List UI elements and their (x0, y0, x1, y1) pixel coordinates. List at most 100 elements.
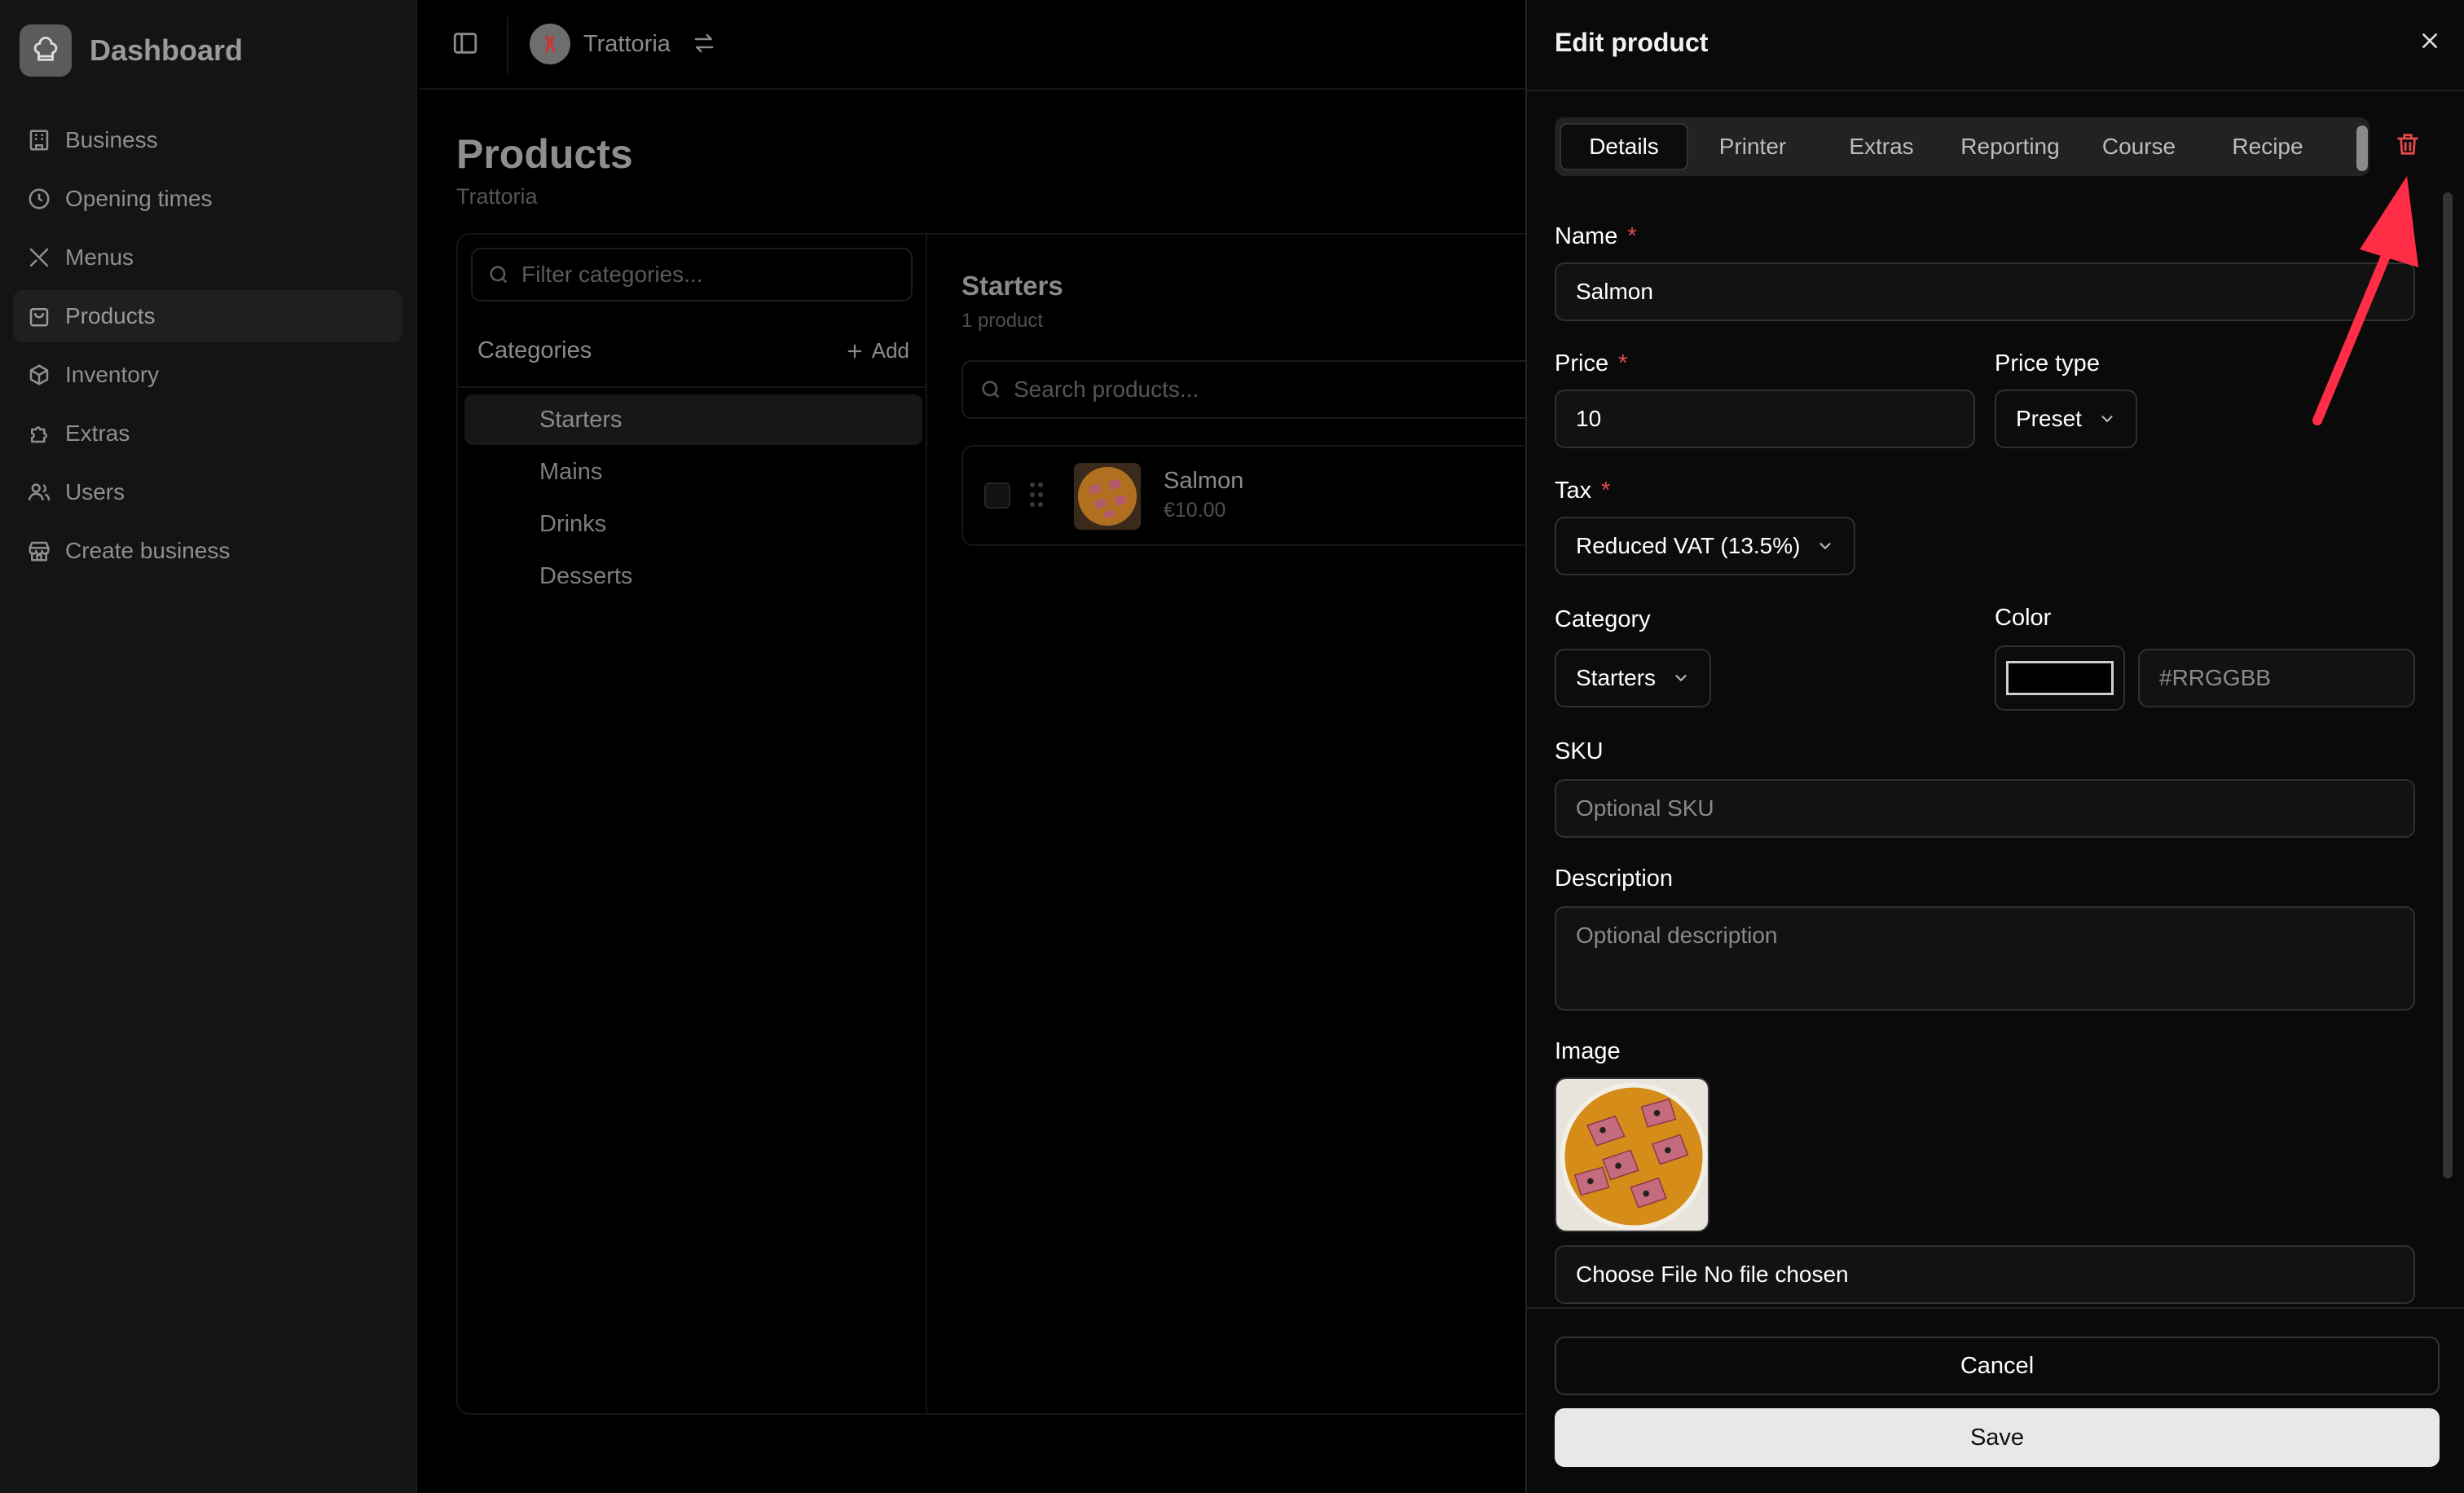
tabs-scrollbar[interactable] (2356, 126, 2368, 171)
sidebar-item-opening-times[interactable]: Opening times (13, 173, 403, 225)
sidebar-item-users[interactable]: Users (13, 466, 403, 518)
tax-value: Reduced VAT (13.5%) (1576, 533, 1801, 558)
users-icon (26, 479, 52, 505)
chevron-down-icon (2098, 410, 2116, 428)
product-checkbox[interactable] (984, 482, 1010, 509)
category-item-drinks[interactable]: Drinks (464, 499, 922, 549)
category-label: Starters (539, 406, 623, 433)
name-input[interactable]: Salmon (1555, 262, 2415, 321)
tab-bar: Details Printer Extras Reporting Course … (1555, 117, 2369, 176)
color-label: Color (1995, 605, 2052, 631)
sidebar-item-label: Users (65, 479, 125, 504)
tab-label: Course (2101, 134, 2176, 159)
products-panel: Filter categories... Categories Add Star… (456, 233, 1613, 1415)
top-bar: Trattoria (419, 0, 1527, 90)
sku-input[interactable]: Optional SKU (1555, 779, 2415, 838)
switch-arrows-icon[interactable] (692, 31, 718, 57)
add-category-button[interactable]: Add (846, 338, 909, 363)
sidebar-item-create-business[interactable]: Create business (13, 525, 403, 577)
product-price: €10.00 (1164, 499, 1226, 522)
tab-label: Details (1589, 134, 1659, 159)
cancel-button[interactable]: Cancel (1555, 1337, 2440, 1395)
drawer-title: Edit product (1555, 28, 1709, 57)
products-count: 1 product (961, 310, 1044, 332)
color-swatch (2006, 661, 2114, 695)
chef-hat-logo-icon (20, 24, 72, 77)
brand-title: Dashboard (90, 33, 244, 67)
tab-recipe[interactable]: Recipe (2203, 123, 2332, 170)
product-row[interactable]: Salmon €10.00 (961, 445, 1613, 546)
package-icon (26, 362, 52, 388)
close-icon[interactable] (2415, 26, 2444, 55)
tab-reporting[interactable]: Reporting (1946, 123, 2075, 170)
tax-label: Tax * (1555, 478, 1611, 504)
category-item-starters[interactable]: Starters (464, 394, 922, 445)
category-label: Desserts (539, 562, 633, 589)
sidebar-item-label: Products (65, 303, 156, 328)
description-textarea[interactable]: Optional description (1555, 906, 2415, 1011)
tab-extras[interactable]: Extras (1817, 123, 1946, 170)
category-select[interactable]: Starters (1555, 649, 1712, 707)
description-label: Description (1555, 865, 1674, 892)
chevron-down-icon (1816, 537, 1834, 555)
category-item-desserts[interactable]: Desserts (464, 551, 922, 601)
categories-title: Categories (477, 337, 592, 363)
required-mark: * (1601, 478, 1611, 504)
clock-icon (26, 186, 52, 212)
product-form: Name * Salmon Price * 10 Price type Preset… (1555, 189, 2436, 1306)
search-icon (487, 263, 510, 286)
price-input[interactable]: 10 (1555, 390, 1975, 448)
search-products-input[interactable]: Search products... (961, 360, 1613, 419)
color-picker[interactable] (1995, 645, 2125, 711)
form-scrollbar[interactable] (2443, 192, 2453, 1178)
sidebar-item-inventory[interactable]: Inventory (13, 349, 403, 401)
product-name: Salmon (1164, 468, 1244, 494)
tab-course[interactable]: Course (2075, 123, 2203, 170)
sidebar-item-label: Create business (65, 538, 231, 563)
sku-label: SKU (1555, 738, 1604, 764)
tab-label: Extras (1849, 134, 1914, 159)
tenant-switcher[interactable]: Trattoria (530, 21, 718, 67)
chevron-down-icon (1672, 669, 1690, 687)
tab-label: Recipe (2232, 134, 2303, 159)
categories-header: Categories Add (477, 337, 909, 364)
sidebar-item-products[interactable]: Products (13, 290, 403, 342)
sidebar: Dashboard Business Opening times Menus P… (0, 0, 417, 1493)
sidebar-nav: Business Opening times Menus Products In… (13, 114, 403, 584)
product-thumbnail (1074, 463, 1141, 530)
tab-printer[interactable]: Printer (1688, 123, 1817, 170)
sidebar-item-label: Opening times (65, 186, 213, 211)
price-type-select[interactable]: Preset (1995, 390, 2137, 448)
sidebar-item-extras[interactable]: Extras (13, 407, 403, 460)
choose-file-input[interactable]: Choose File No file chosen (1555, 1245, 2415, 1304)
price-type-label: Price type (1995, 350, 2100, 377)
divider (1527, 1307, 2464, 1309)
category-label: Drinks (539, 510, 607, 537)
price-type-value: Preset (2016, 406, 2082, 431)
tab-details[interactable]: Details (1560, 123, 1688, 170)
category-label: Category (1555, 606, 1651, 632)
sidebar-item-label: Inventory (65, 362, 160, 387)
sidebar-toggle-icon[interactable] (451, 29, 481, 59)
color-hex-input[interactable]: #RRGGBB (2138, 649, 2415, 707)
filter-categories-input[interactable]: Filter categories... (471, 248, 913, 302)
name-label: Name * (1555, 223, 1637, 249)
sidebar-item-business[interactable]: Business (13, 114, 403, 166)
delete-product-trash-icon[interactable] (2394, 130, 2427, 163)
required-mark: * (1618, 350, 1628, 377)
search-icon (979, 378, 1002, 401)
tax-select[interactable]: Reduced VAT (13.5%) (1555, 517, 1856, 575)
drag-handle-icon[interactable] (1028, 481, 1045, 509)
tenant-name: Trattoria (583, 30, 671, 57)
add-label: Add (871, 338, 909, 363)
categories-column: Filter categories... Categories Add Star… (458, 235, 927, 1413)
brand[interactable]: Dashboard (20, 24, 243, 77)
image-label: Image (1555, 1038, 1621, 1064)
category-list: Starters Mains Drinks Desserts (464, 394, 922, 603)
sidebar-item-menus[interactable]: Menus (13, 231, 403, 284)
sidebar-item-label: Business (65, 127, 158, 152)
save-button[interactable]: Save (1555, 1408, 2440, 1467)
tenant-avatar (530, 24, 570, 64)
category-item-mains[interactable]: Mains (464, 447, 922, 497)
tab-label: Reporting (1960, 134, 2060, 159)
